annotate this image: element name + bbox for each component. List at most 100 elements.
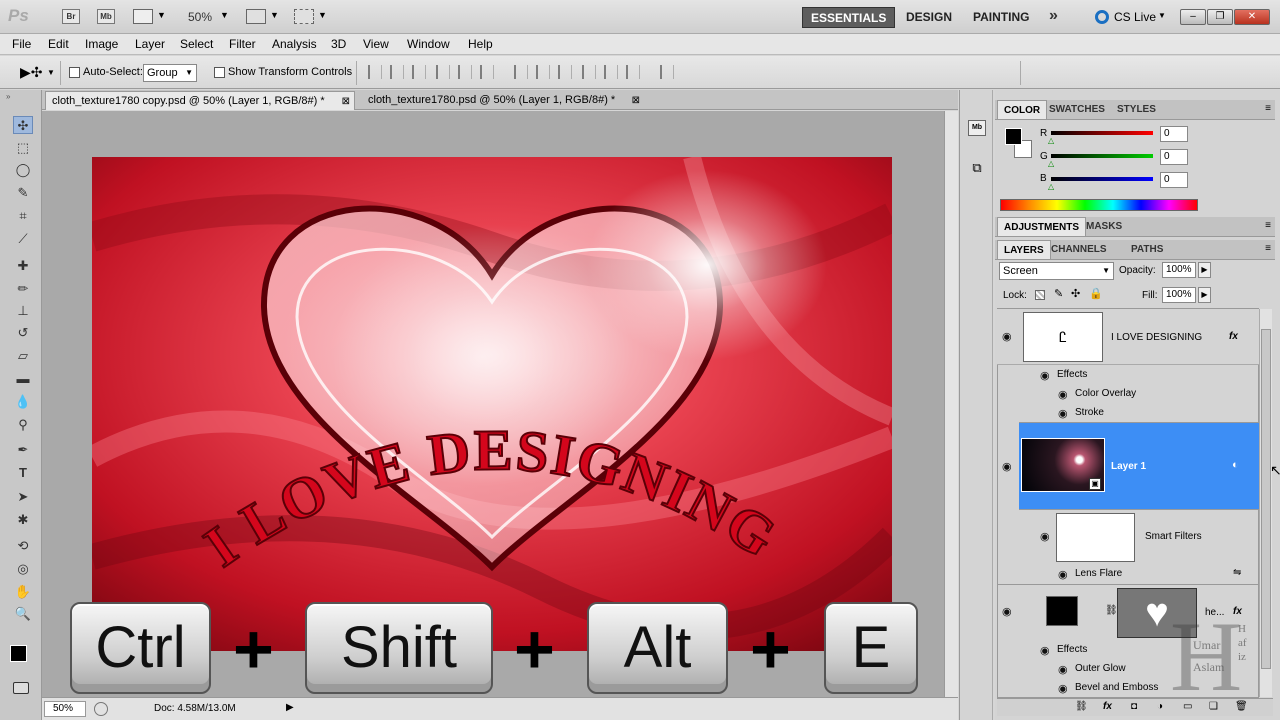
close-tab-icon[interactable]: ⊠ <box>342 92 350 111</box>
chevron-down-icon[interactable]: ▼ <box>270 10 279 20</box>
mini-bridge-panel-icon[interactable]: Mb <box>968 120 986 136</box>
align-left-icon[interactable] <box>436 65 450 79</box>
scrollbar-thumb[interactable] <box>1261 329 1271 669</box>
3d-rotate-tool-icon[interactable]: ⟲ <box>13 537 33 555</box>
quick-select-tool-icon[interactable]: ✎ <box>13 184 33 202</box>
menu-window[interactable]: Window <box>407 37 450 51</box>
fx-icon[interactable]: fx <box>1229 331 1238 342</box>
eye-icon[interactable]: ◉ <box>1040 644 1050 657</box>
eye-icon[interactable]: ◉ <box>1058 388 1068 401</box>
layer-name[interactable]: Layer 1 <box>1111 461 1146 472</box>
tab-masks[interactable]: MASKS <box>1080 217 1128 236</box>
pen-tool-icon[interactable]: ✒ <box>13 441 33 459</box>
quick-mask-icon[interactable] <box>13 682 29 694</box>
eye-icon[interactable]: ◉ <box>1040 530 1050 543</box>
history-brush-tool-icon[interactable]: ↺ <box>13 324 33 342</box>
close-tab-icon[interactable]: ⊠ <box>632 91 640 110</box>
blur-tool-icon[interactable]: 💧 <box>13 393 33 411</box>
hand-tool-icon[interactable]: ✋ <box>13 583 33 601</box>
opacity-slider-arrow-icon[interactable]: ▶ <box>1198 262 1211 278</box>
panel-menu-icon[interactable]: ≡ <box>1265 103 1271 114</box>
green-value[interactable]: 0 <box>1160 149 1188 165</box>
dodge-tool-icon[interactable]: ⚲ <box>13 416 33 434</box>
distribute-vcenter-icon[interactable] <box>536 65 550 79</box>
clone-stamp-tool-icon[interactable]: ⊥ <box>13 302 33 320</box>
tab-paths[interactable]: PATHS <box>1125 240 1169 259</box>
eye-icon[interactable]: ◉ <box>1058 407 1068 420</box>
history-panel-icon[interactable]: ⧉ <box>968 160 986 176</box>
red-slider[interactable] <box>1051 131 1153 135</box>
menu-analysis[interactable]: Analysis <box>272 37 317 51</box>
tab-color[interactable]: COLOR <box>997 100 1048 119</box>
tab-cloth-texture-copy[interactable]: cloth_texture1780 copy.psd @ 50% (Layer … <box>45 91 355 110</box>
move-tool-icon[interactable]: ✣ <box>13 116 33 134</box>
move-tool-preset-icon[interactable]: ▶✣ <box>20 64 43 81</box>
add-mask-icon[interactable]: ◘ <box>1131 701 1137 712</box>
type-tool-icon[interactable]: T <box>13 464 33 482</box>
align-right-icon[interactable] <box>480 65 494 79</box>
vertical-scrollbar[interactable] <box>944 111 958 697</box>
view-extras-icon[interactable] <box>133 9 153 24</box>
panel-menu-icon[interactable]: ≡ <box>1265 220 1271 231</box>
distribute-bottom-icon[interactable] <box>558 65 572 79</box>
align-hcenter-icon[interactable] <box>458 65 472 79</box>
smart-filter-icon[interactable]: ◐ <box>1232 459 1239 471</box>
gradient-tool-icon[interactable]: ▬ <box>13 370 33 388</box>
layer-name[interactable]: I LOVE DESIGNING <box>1111 332 1202 343</box>
distribute-right-icon[interactable] <box>626 65 640 79</box>
collapse-toolbox-icon[interactable]: » <box>6 92 10 101</box>
align-top-icon[interactable] <box>368 65 382 79</box>
menu-view[interactable]: View <box>363 37 389 51</box>
screen-mode-icon[interactable] <box>294 9 314 24</box>
blend-mode-dropdown[interactable]: Screen ▼ <box>999 262 1114 280</box>
fill-slider-arrow-icon[interactable]: ▶ <box>1198 287 1211 303</box>
zoom-tool-icon[interactable]: 🔍 <box>13 605 33 623</box>
auto-select-dropdown[interactable]: Group ▼ <box>143 64 197 82</box>
menu-help[interactable]: Help <box>468 37 493 51</box>
foreground-color-swatch[interactable] <box>10 645 27 662</box>
bridge-button[interactable]: Br <box>62 9 80 24</box>
color-foreground-swatch[interactable] <box>1005 128 1022 145</box>
tab-swatches[interactable]: SWATCHES <box>1043 100 1111 119</box>
minimize-icon[interactable]: – <box>1180 9 1206 25</box>
eye-icon[interactable]: ◉ <box>1002 605 1012 618</box>
slider-handle-icon[interactable]: △ <box>1048 182 1054 191</box>
workspace-essentials[interactable]: ESSENTIALS <box>802 7 896 28</box>
chevron-down-icon[interactable]: ▼ <box>318 10 327 20</box>
effect-bevel-emboss[interactable]: Bevel and Emboss <box>1075 682 1158 693</box>
adjustment-layer-icon[interactable]: ◑ <box>1157 701 1163 712</box>
chevron-down-icon[interactable]: ▼ <box>157 10 166 20</box>
align-bottom-icon[interactable] <box>412 65 426 79</box>
red-value[interactable]: 0 <box>1160 126 1188 142</box>
menu-file[interactable]: File <box>12 37 31 51</box>
tab-channels[interactable]: CHANNELS <box>1045 240 1113 259</box>
panel-menu-icon[interactable]: ≡ <box>1265 243 1271 254</box>
tab-adjustments[interactable]: ADJUSTMENTS <box>997 217 1087 236</box>
menu-layer[interactable]: Layer <box>135 37 165 51</box>
tab-cloth-texture[interactable]: cloth_texture1780.psd @ 50% (Layer 1, RG… <box>362 91 644 110</box>
link-layers-icon[interactable]: ⛓ <box>1075 701 1088 712</box>
chevron-down-icon[interactable]: ▼ <box>220 10 229 20</box>
lock-all-icon[interactable]: 🔒 <box>1089 287 1103 300</box>
effect-outer-glow[interactable]: Outer Glow <box>1075 663 1126 674</box>
align-vcenter-icon[interactable] <box>390 65 404 79</box>
lock-position-icon[interactable]: ✣ <box>1071 287 1080 300</box>
filter-blending-options-icon[interactable]: ⇋ <box>1233 567 1241 578</box>
restore-icon[interactable]: ❐ <box>1207 9 1233 25</box>
status-menu-arrow-icon[interactable]: ▶ <box>286 702 294 713</box>
fill-value[interactable]: 100% <box>1162 287 1196 303</box>
auto-select-checkbox[interactable] <box>69 67 80 79</box>
eye-icon[interactable]: ◉ <box>1058 682 1068 695</box>
workspace-design[interactable]: DESIGN <box>898 7 960 28</box>
status-info-icon[interactable] <box>94 702 108 716</box>
distribute-left-icon[interactable] <box>582 65 596 79</box>
eye-icon[interactable]: ◉ <box>1002 460 1012 473</box>
slider-handle-icon[interactable]: △ <box>1048 159 1054 168</box>
arrange-documents-icon[interactable] <box>246 9 266 24</box>
eye-icon[interactable]: ◉ <box>1002 330 1012 343</box>
lasso-tool-icon[interactable]: ◯ <box>13 161 33 179</box>
marquee-tool-icon[interactable]: ⬚ <box>13 139 33 157</box>
tab-styles[interactable]: STYLES <box>1111 100 1162 119</box>
eye-icon[interactable]: ◉ <box>1058 663 1068 676</box>
green-slider[interactable] <box>1051 154 1153 158</box>
